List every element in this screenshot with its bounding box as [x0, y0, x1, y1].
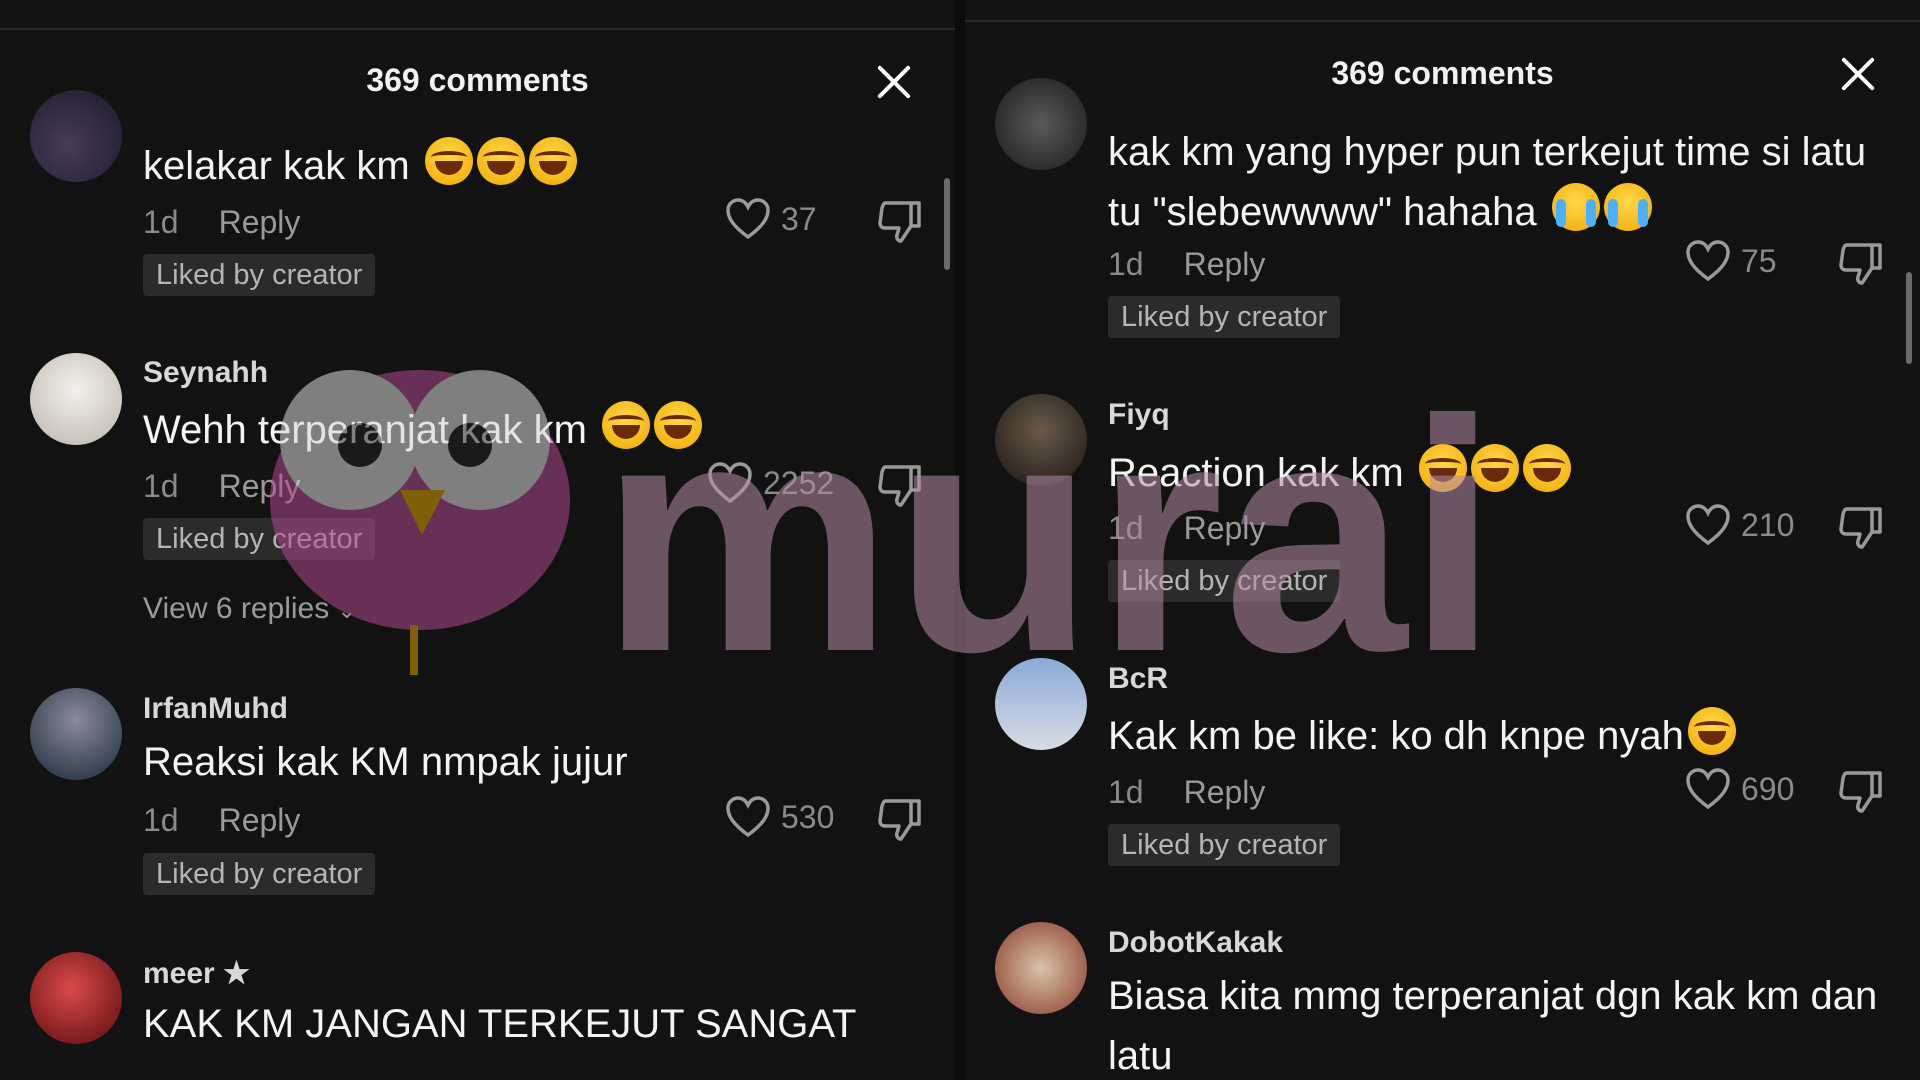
- like-count: 690: [1741, 770, 1795, 807]
- close-icon[interactable]: [872, 60, 916, 104]
- heart-icon: [1686, 504, 1730, 546]
- like-button[interactable]: 530: [725, 796, 834, 838]
- reply-button[interactable]: Reply: [1184, 774, 1266, 810]
- laugh-emoji-icon: [654, 401, 703, 449]
- crying-emoji-icon: [1551, 183, 1600, 231]
- laugh-emoji-icon: [476, 137, 525, 185]
- laugh-emoji-icon: [1418, 444, 1467, 492]
- comment-meta: 1d Reply: [143, 468, 300, 505]
- liked-by-creator-badge: Liked by creator: [1108, 560, 1341, 602]
- like-button[interactable]: 2252: [707, 462, 834, 504]
- avatar[interactable]: [995, 922, 1087, 1014]
- dislike-icon[interactable]: [877, 464, 923, 508]
- avatar[interactable]: [995, 78, 1087, 170]
- panel-top-divider: [0, 28, 955, 30]
- comment-text: Reaksi kak KM nmpak jujur: [143, 740, 628, 784]
- comment-age: 1d: [143, 802, 179, 838]
- scrollbar-thumb[interactable]: [1906, 272, 1912, 364]
- view-replies-button[interactable]: View 6 replies ⌄: [143, 592, 356, 626]
- chevron-down-icon: ⌄: [337, 598, 356, 623]
- laugh-emoji-icon: [1687, 707, 1736, 755]
- laugh-emoji-icon: [1470, 444, 1519, 492]
- liked-by-creator-badge: Liked by creator: [143, 518, 376, 560]
- heart-icon: [1686, 240, 1730, 282]
- panel-top-divider: [965, 20, 1920, 22]
- liked-by-creator-badge: Liked by creator: [1108, 296, 1341, 338]
- avatar[interactable]: [30, 353, 122, 445]
- dislike-icon[interactable]: [1838, 770, 1884, 814]
- heart-icon: [708, 462, 752, 504]
- left-comments-panel: 369 comments kelakar kak km 1d Reply 37 L…: [0, 0, 955, 1080]
- comment-text: KAK KM JANGAN TERKEJUT SANGAT: [143, 1002, 857, 1046]
- comment-text: kelakar kak km: [143, 136, 577, 196]
- comment-meta: 1d Reply: [1108, 774, 1265, 811]
- comments-count-title: 369 comments: [366, 62, 589, 98]
- comment-meta: 1d Reply: [143, 802, 300, 839]
- comment-age: 1d: [1108, 774, 1144, 810]
- dislike-icon[interactable]: [1838, 506, 1884, 550]
- comment-age: 1d: [143, 204, 179, 240]
- comment-text: Kak km be like: ko dh knpe nyah: [1108, 706, 1736, 766]
- comment-username[interactable]: Fiyq: [1108, 398, 1170, 432]
- laugh-emoji-icon: [528, 137, 577, 185]
- close-icon[interactable]: [1836, 52, 1880, 96]
- comment-meta: 1d Reply: [143, 204, 300, 241]
- comment-age: 1d: [1108, 510, 1144, 546]
- comment-meta: 1d Reply: [1108, 510, 1265, 547]
- liked-by-creator-badge: Liked by creator: [143, 853, 376, 895]
- laugh-emoji-icon: [1522, 444, 1571, 492]
- like-button[interactable]: 37: [725, 198, 817, 240]
- comment-text: Reaction kak km: [1108, 443, 1571, 503]
- avatar[interactable]: [30, 688, 122, 780]
- heart-icon: [726, 796, 770, 838]
- like-count: 530: [781, 798, 835, 835]
- heart-icon: [1686, 768, 1730, 810]
- laugh-emoji-icon: [424, 137, 473, 185]
- comment-username[interactable]: BcR: [1108, 662, 1168, 696]
- comment-username[interactable]: DobotKakak: [1108, 926, 1283, 960]
- reply-button[interactable]: Reply: [219, 468, 301, 504]
- laugh-emoji-icon: [602, 401, 651, 449]
- reply-button[interactable]: Reply: [1184, 510, 1266, 546]
- comment-username[interactable]: meer ★: [143, 956, 250, 991]
- avatar[interactable]: [995, 658, 1087, 750]
- comment-age: 1d: [1108, 246, 1144, 282]
- liked-by-creator-badge: Liked by creator: [143, 254, 376, 296]
- avatar[interactable]: [995, 394, 1087, 486]
- comment-username[interactable]: Seynahh: [143, 356, 268, 390]
- reply-button[interactable]: Reply: [219, 802, 301, 838]
- dislike-icon[interactable]: [877, 798, 923, 842]
- comment-text: Wehh terperanjat kak km: [143, 400, 703, 460]
- comments-count-title: 369 comments: [1331, 55, 1554, 91]
- right-comments-panel: 369 comments kak km yang hyper pun terke…: [965, 0, 1920, 1080]
- like-count: 210: [1741, 506, 1795, 543]
- heart-icon: [726, 198, 770, 240]
- like-button[interactable]: 690: [1685, 768, 1794, 810]
- dislike-icon[interactable]: [877, 200, 923, 244]
- liked-by-creator-badge: Liked by creator: [1108, 824, 1341, 866]
- reply-button[interactable]: Reply: [1184, 246, 1266, 282]
- like-button[interactable]: 210: [1685, 504, 1794, 546]
- like-count: 2252: [763, 464, 835, 501]
- dislike-icon[interactable]: [1838, 242, 1884, 286]
- avatar[interactable]: [30, 90, 122, 182]
- reply-button[interactable]: Reply: [219, 204, 301, 240]
- comment-meta: 1d Reply: [1108, 246, 1265, 283]
- like-button[interactable]: 75: [1685, 240, 1777, 282]
- avatar[interactable]: [30, 952, 122, 1044]
- like-count: 75: [1741, 242, 1777, 279]
- comment-username[interactable]: IrfanMuhd: [143, 692, 288, 726]
- comment-text: kak km yang hyper pun terkejut time si l…: [1108, 130, 1867, 234]
- like-count: 37: [781, 200, 817, 237]
- comment-text: Biasa kita mmg terperanjat dgn kak km da…: [1108, 974, 1878, 1078]
- scrollbar-thumb[interactable]: [944, 178, 950, 270]
- comment-age: 1d: [143, 468, 179, 504]
- crying-emoji-icon: [1603, 183, 1652, 231]
